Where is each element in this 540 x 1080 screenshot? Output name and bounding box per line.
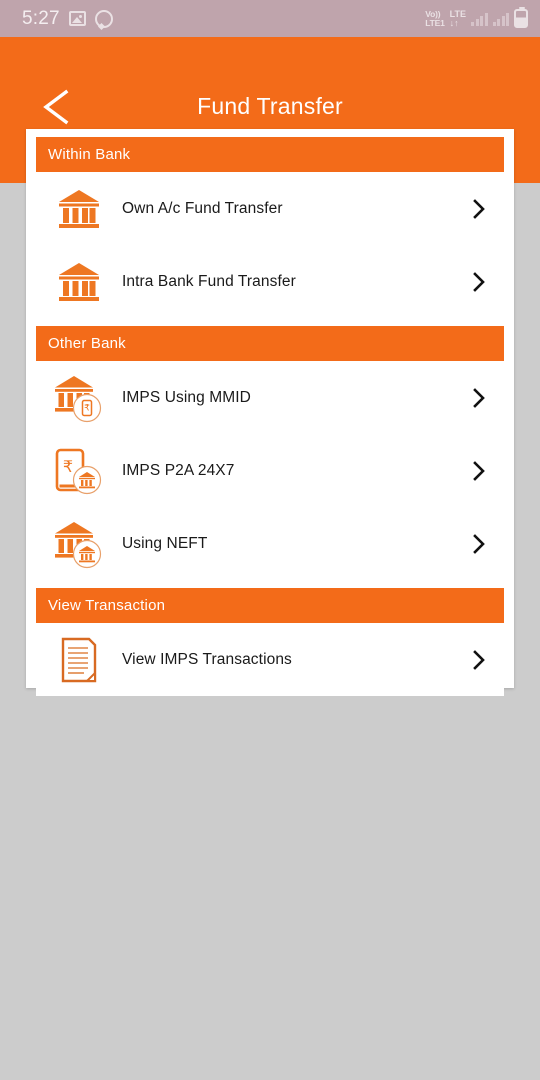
section-header-other-bank: Other Bank [36, 326, 504, 361]
list-item-label: Using NEFT [122, 534, 208, 552]
bank-icon [50, 256, 108, 308]
section-title: Other Bank [48, 335, 126, 352]
bank-icon [50, 183, 108, 235]
bank-with-bank-badge-icon [50, 518, 108, 570]
gallery-icon [68, 11, 86, 26]
battery-icon [514, 7, 528, 28]
status-bar-left: 5:27 [22, 8, 113, 30]
document-lines-icon [50, 634, 108, 686]
page-title: Fund Transfer [197, 93, 343, 119]
section-header-within-bank: Within Bank [36, 137, 504, 172]
status-bar-clock: 5:27 [22, 7, 60, 29]
chevron-right-icon [468, 533, 490, 555]
lte-data-arrows: ↓↑ [449, 17, 459, 28]
list-item-label: Intra Bank Fund Transfer [122, 272, 296, 290]
list-item-label: IMPS P2A 24X7 [122, 461, 235, 479]
chevron-right-icon [468, 198, 490, 220]
bank-with-mobile-rupee-badge-icon: ₹ [50, 372, 108, 424]
chevron-right-icon [468, 271, 490, 293]
lte-indicator: LTE ↓↑ [449, 9, 466, 28]
list-item-label: Own A/c Fund Transfer [122, 199, 283, 217]
card-content: Within Bank Own A/c Fund Transfer Intra … [26, 129, 514, 696]
section-title: Within Bank [48, 146, 131, 163]
list-item-label: View IMPS Transactions [122, 650, 292, 668]
list-item-label: IMPS Using MMID [122, 388, 251, 406]
signal-bars-icon-2 [492, 12, 509, 26]
list-item-imps-using-mmid[interactable]: ₹ IMPS Using MMID [36, 361, 504, 434]
svg-text:₹: ₹ [84, 402, 90, 412]
volte-line-2: LTE1 [425, 17, 445, 28]
list-item-using-neft[interactable]: Using NEFT [36, 507, 504, 580]
list-item-own-ac-fund-transfer[interactable]: Own A/c Fund Transfer [36, 172, 504, 245]
status-bar-right: Vo)) LTE1 LTE ↓↑ [425, 7, 528, 28]
whatsapp-icon [94, 9, 113, 28]
mobile-rupee-with-bank-badge-icon: ₹ [50, 445, 108, 497]
list-item-view-imps-transactions[interactable]: View IMPS Transactions [36, 623, 504, 696]
svg-text:₹: ₹ [63, 459, 73, 476]
signal-bars-icon-1 [471, 12, 488, 26]
status-bar: 5:27 Vo)) LTE1 LTE ↓↑ [0, 0, 540, 37]
section-title: View Transaction [48, 597, 166, 614]
volte-indicator: Vo)) LTE1 [425, 9, 445, 28]
list-item-intra-bank-fund-transfer[interactable]: Intra Bank Fund Transfer [36, 245, 504, 318]
list-item-imps-p2a-24x7[interactable]: ₹ IMPS P2A 24X7 [36, 434, 504, 507]
chevron-right-icon [468, 460, 490, 482]
fund-transfer-card: Within Bank Own A/c Fund Transfer Intra … [26, 129, 514, 696]
section-header-view-transaction: View Transaction [36, 588, 504, 623]
chevron-right-icon [468, 387, 490, 409]
chevron-right-icon [468, 649, 490, 671]
